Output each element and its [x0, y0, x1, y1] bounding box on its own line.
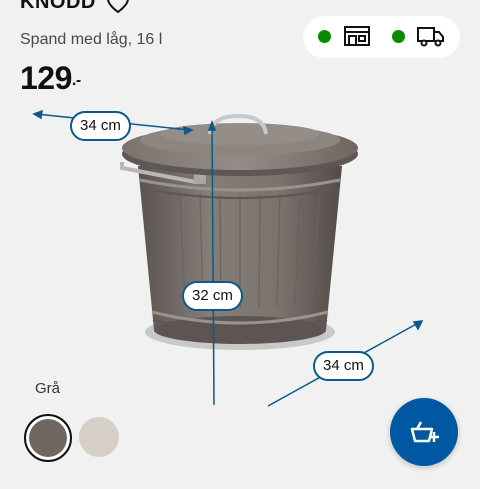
basket-plus-icon — [410, 421, 439, 443]
store-status-dot — [318, 30, 331, 43]
product-name: KNODD — [20, 0, 96, 13]
height-dimension-label: 32 cm — [182, 281, 243, 311]
product-description: Spand med låg, 16 l — [20, 31, 163, 48]
add-to-cart-button[interactable] — [390, 398, 458, 466]
truck-icon — [417, 27, 444, 47]
store-icon — [344, 26, 370, 46]
price-value: 129 — [20, 60, 72, 96]
swatch-grey — [29, 419, 67, 457]
product-price: 129.- — [20, 60, 81, 97]
depth-dimension-label: 34 cm — [313, 351, 374, 381]
delivery-status-dot — [392, 30, 405, 43]
color-label: Grå — [35, 380, 61, 397]
swatch-beige[interactable] — [79, 417, 119, 457]
width-dimension-label: 34 cm — [70, 111, 131, 141]
price-suffix: .- — [71, 72, 81, 89]
availability-pill[interactable] — [303, 16, 460, 58]
swatch-grey-selected-ring[interactable] — [24, 414, 72, 462]
heart-icon[interactable] — [106, 0, 130, 14]
product-image — [32, 109, 424, 407]
